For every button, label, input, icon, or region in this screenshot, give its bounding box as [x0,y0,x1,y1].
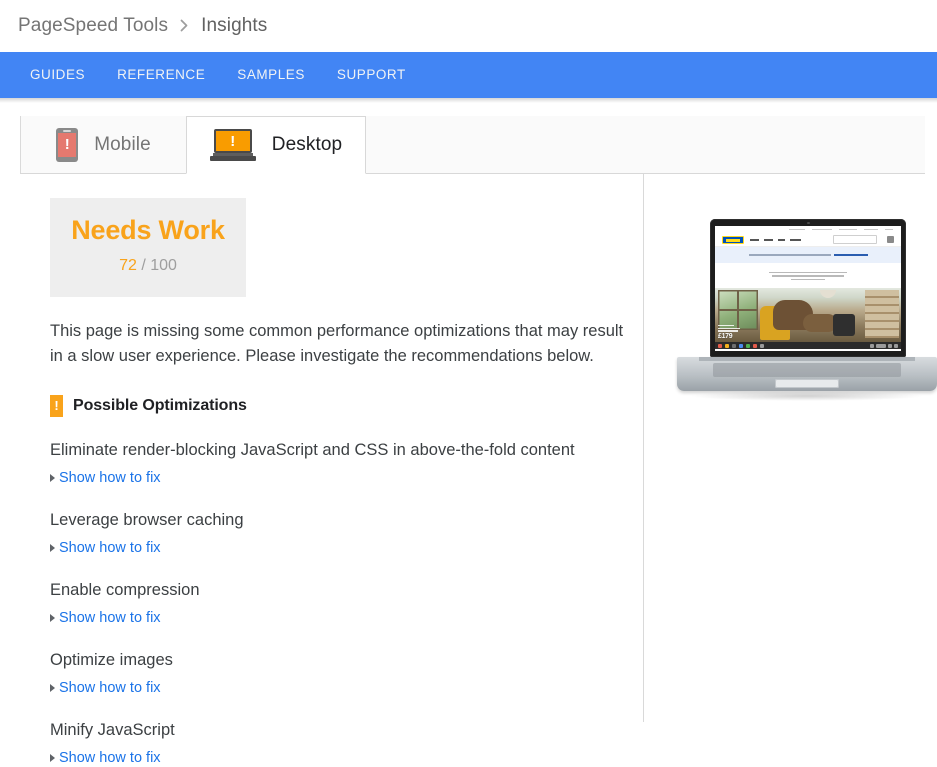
triangle-right-icon [50,683,55,692]
show-how-to-fix-label: Show how to fix [59,749,161,766]
triangle-right-icon [50,543,55,552]
rule-item: Eliminate render-blocking JavaScript and… [50,439,623,487]
summary-text: This page is missing some common perform… [50,321,624,365]
price-label: £179 [718,324,740,341]
score-value-row: 72 / 100 [50,257,246,275]
cookie-notice-banner [715,247,901,263]
show-how-to-fix-link[interactable]: Show how to fix [50,679,623,697]
laptop-base [677,357,937,391]
score-rating-label: Needs Work [71,215,225,245]
rule-title: Eliminate render-blocking JavaScript and… [50,440,575,459]
rule-title: Minify JavaScript [50,720,175,739]
score-card: Needs Work 72 / 100 [50,198,246,297]
score-divider: / [141,256,146,274]
breadcrumb: PageSpeed Tools Insights [0,0,937,52]
ikea-logo [722,235,744,244]
show-how-to-fix-link[interactable]: Show how to fix [50,469,623,487]
warning-exclamation-badge-icon: ! [50,394,63,417]
site-nav [750,238,801,241]
results-body: Needs Work 72 / 100 This page is missing… [0,174,937,766]
nav-item-guides[interactable]: GUIDES [14,52,101,98]
device-tabstrip: ! Mobile ! Desktop [20,116,925,174]
score-value: 72 [119,256,137,274]
triangle-right-icon [50,613,55,622]
rule-title: Optimize images [50,650,173,669]
rule-item: Enable compression Show how to fix [50,579,623,627]
page-screenshot: £179 [715,226,901,351]
cart-icon [887,236,894,243]
price-value: £179 [718,333,733,341]
show-how-to-fix-label: Show how to fix [59,609,161,626]
laptop-lid: £179 [710,219,906,357]
site-utility-bar [715,226,901,233]
tab-mobile-label: Mobile [94,133,151,155]
results-right-column: £179 [644,174,937,722]
nav-item-samples[interactable]: SAMPLES [221,52,321,98]
rule-item: Optimize images Show how to fix [50,649,623,697]
site-header [715,233,901,247]
laptop-keyboard [713,363,901,377]
triangle-right-icon [50,473,55,482]
section-title: Possible Optimizations [73,396,247,414]
show-how-to-fix-link[interactable]: Show how to fix [50,749,623,767]
rule-title: Enable compression [50,580,200,599]
tabstrip-wrapper: ! Mobile ! Desktop [0,98,937,174]
show-how-to-fix-link[interactable]: Show how to fix [50,609,623,627]
rule-item: Leverage browser caching Show how to fix [50,509,623,557]
rule-title: Leverage browser caching [50,510,244,529]
tab-desktop[interactable]: ! Desktop [186,116,366,174]
hero-text-block [715,263,901,289]
possible-optimizations-header: ! Possible Optimizations [50,394,623,417]
show-how-to-fix-label: Show how to fix [59,469,161,486]
tab-desktop-label: Desktop [271,134,343,155]
rule-item: Minify JavaScript Show how to fix [50,719,623,767]
webcam-icon [806,222,810,224]
laptop-trackpad [775,379,839,388]
chevron-right-icon [179,19,190,32]
nav-item-support[interactable]: SUPPORT [321,52,422,98]
laptop-shadow [689,391,925,401]
breadcrumb-root[interactable]: PageSpeed Tools [18,15,168,37]
laptop-hinge [699,357,915,361]
site-search-input [833,235,877,244]
laptop-screenshot-preview: £179 [677,219,937,424]
tab-mobile[interactable]: ! Mobile [20,116,186,173]
show-how-to-fix-link[interactable]: Show how to fix [50,539,623,557]
show-how-to-fix-label: Show how to fix [59,539,161,556]
show-how-to-fix-label: Show how to fix [59,679,161,696]
hero-photo: £179 [715,288,901,343]
score-max: 100 [150,256,177,274]
results-left-column: Needs Work 72 / 100 This page is missing… [0,174,644,766]
nav-item-reference[interactable]: REFERENCE [101,52,221,98]
laptop-warning-icon: ! [209,129,256,161]
mobile-phone-warning-icon: ! [56,127,79,162]
triangle-right-icon [50,753,55,762]
primary-nav: GUIDES REFERENCE SAMPLES SUPPORT [0,52,937,103]
os-taskbar [715,342,901,350]
breadcrumb-current[interactable]: Insights [201,15,267,37]
warning-badge-glyph: ! [54,398,59,414]
